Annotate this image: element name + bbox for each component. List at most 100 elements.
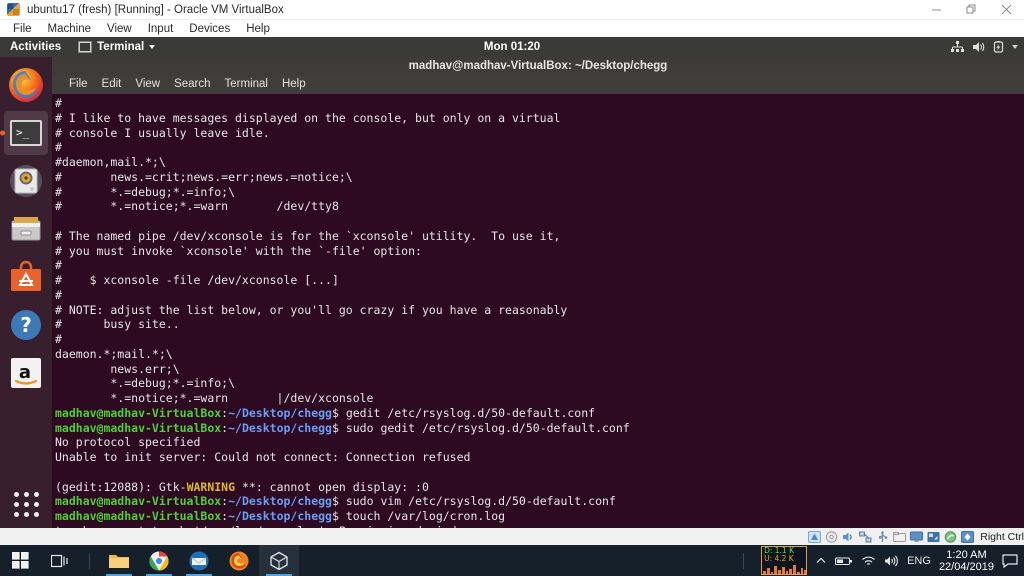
task-view-button[interactable] (40, 545, 80, 576)
firefox-icon (229, 551, 249, 570)
terminal-line: # you must invoke `xconsole' with the `-… (55, 243, 422, 258)
language-indicator[interactable]: ENG (907, 555, 931, 567)
dock-item-ubuntu-software[interactable] (4, 255, 48, 299)
terminal-icon (78, 41, 93, 53)
terminal-window: madhav@madhav-VirtualBox: ~/Desktop/cheg… (52, 57, 1024, 528)
prompt-sigil: $ (331, 405, 339, 420)
minimize-button[interactable] (919, 0, 954, 19)
terminal-line: # NOTE: adjust the list below, or you'll… (55, 302, 568, 317)
dock-item-rhythmbox[interactable] (4, 159, 48, 203)
dock-item-firefox[interactable] (4, 63, 48, 107)
svg-text:a: a (19, 362, 31, 383)
apps-grid-icon (13, 511, 19, 517)
wifi-icon[interactable] (861, 555, 876, 567)
mouse-integration-icon[interactable] (943, 530, 957, 543)
apps-grid-icon (13, 501, 19, 507)
ubuntu-dock: >_ ? a (0, 57, 52, 528)
terminal-menu-help[interactable]: Help (275, 75, 313, 94)
terminal-line: No protocol specified (55, 435, 201, 450)
close-button[interactable] (989, 0, 1024, 19)
usb-icon[interactable] (875, 530, 889, 543)
terminal-line: # (55, 287, 62, 302)
taskbar-item-virtualbox[interactable] (259, 545, 299, 576)
terminal-line: news.err;\ (55, 361, 180, 376)
prompt-path: ~/Desktop/chegg (228, 509, 332, 523)
amazon-icon: a (11, 358, 41, 388)
ubuntu-software-icon (11, 260, 41, 291)
terminal-output[interactable]: # # I like to have messages displayed on … (52, 94, 1024, 528)
apps-grid-icon (33, 501, 39, 507)
task-view-icon (51, 554, 68, 567)
taskbar-item-mail[interactable] (179, 545, 219, 576)
taskbar-item-file-explorer[interactable] (99, 545, 139, 576)
terminal-menu-file[interactable]: File (62, 75, 95, 94)
dock-item-terminal[interactable]: >_ (4, 111, 48, 155)
terminal-line: *.=notice;*.=warn |/dev/xconsole (55, 391, 374, 405)
battery-icon[interactable] (835, 555, 853, 567)
vbox-menu-view[interactable]: View (100, 22, 139, 36)
virtualbox-statusbar: Right Ctrl (0, 528, 1024, 545)
vbox-menu-help[interactable]: Help (239, 22, 277, 36)
taskbar-item-chrome[interactable] (139, 545, 179, 576)
terminal-line: # The named pipe /dev/xconsole is for th… (55, 228, 561, 243)
terminal-command: gedit /etc/rsyslog.d/50-default.conf (338, 405, 596, 420)
dock-item-amazon[interactable]: a (4, 351, 48, 395)
windows-taskbar: D: 1.1 K U: 4.2 K ENG 1:20 AM 22/04/2019 (0, 545, 1024, 576)
taskbar-item-firefox[interactable] (219, 545, 259, 576)
chevron-up-icon[interactable] (815, 555, 827, 567)
vbox-menu-machine[interactable]: Machine (41, 22, 98, 36)
system-tray: D: 1.1 K U: 4.2 K ENG 1:20 AM 22/04/2019 (734, 545, 1024, 576)
files-icon (11, 217, 41, 241)
restore-button[interactable] (954, 0, 989, 19)
terminal-menu-edit[interactable]: Edit (95, 75, 129, 94)
virtualization-icon[interactable] (960, 530, 974, 543)
harddisk-icon[interactable] (807, 530, 821, 543)
recording-icon[interactable] (926, 530, 940, 543)
network-monitor-widget[interactable]: D: 1.1 K U: 4.2 K (761, 546, 808, 575)
taskbar-time: 1:20 AM (946, 548, 987, 561)
start-button[interactable] (0, 545, 40, 576)
guest-screen: Activities Terminal Mon 01:20 >_ ? a mad… (0, 37, 1024, 528)
shared-folder-icon[interactable] (892, 530, 906, 543)
show-applications-button[interactable] (4, 482, 48, 526)
apps-grid-icon (33, 491, 39, 497)
terminal-icon: >_ (10, 120, 42, 146)
virtualbox-titlebar[interactable]: ubuntu17 (fresh) [Running] - Oracle VM V… (0, 0, 1024, 20)
action-center-icon[interactable] (1002, 553, 1018, 568)
vbox-menu-input[interactable]: Input (141, 22, 181, 36)
volume-icon (972, 41, 985, 53)
dock-item-help[interactable]: ? (4, 303, 48, 347)
terminal-titlebar[interactable]: madhav@madhav-VirtualBox: ~/Desktop/cheg… (52, 57, 1024, 75)
vbox-menu-devices[interactable]: Devices (182, 22, 237, 36)
terminal-menu-view[interactable]: View (128, 75, 167, 94)
network-icon[interactable] (858, 530, 872, 543)
tray-divider (743, 552, 745, 569)
gnome-app-menu[interactable]: Terminal (70, 37, 163, 57)
apps-grid-icon (23, 491, 29, 497)
network-upload-rate: U: 4.2 K (764, 554, 794, 563)
file-explorer-icon (109, 554, 129, 568)
terminal-menubar: File Edit View Search Terminal Help (52, 75, 1024, 94)
virtualbox-window-title: ubuntu17 (fresh) [Running] - Oracle VM V… (27, 3, 284, 16)
terminal-line: daemon.*;mail.*;\ (55, 346, 173, 361)
prompt-user-host: madhav@madhav-VirtualBox (55, 509, 222, 523)
volume-icon[interactable] (884, 555, 899, 567)
taskbar-items (0, 545, 299, 576)
apps-grid-icon (23, 501, 29, 507)
dock-item-files[interactable] (4, 207, 48, 251)
firefox-icon (9, 68, 43, 102)
activities-button[interactable]: Activities (0, 37, 70, 57)
taskbar-clock[interactable]: 1:20 AM 22/04/2019 (939, 549, 994, 573)
terminal-menu-search[interactable]: Search (167, 75, 217, 94)
mail-icon (189, 551, 209, 570)
terminal-line: # I like to have messages displayed on t… (55, 110, 561, 125)
vbox-menu-file[interactable]: File (6, 22, 39, 36)
display-icon[interactable] (909, 530, 923, 543)
gnome-status-area[interactable] (951, 37, 1018, 57)
terminal-warning-token: WARNING (186, 479, 236, 494)
battery-icon (993, 41, 1004, 53)
terminal-menu-terminal[interactable]: Terminal (218, 75, 275, 94)
optical-disk-icon[interactable] (824, 530, 838, 543)
audio-icon[interactable] (841, 530, 855, 543)
